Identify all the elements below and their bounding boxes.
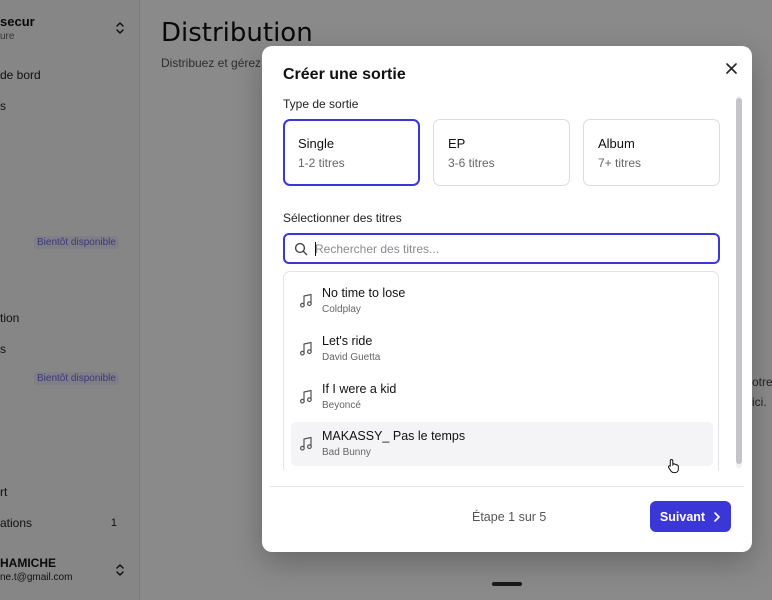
step-indicator: Étape 1 sur 5 [472,510,547,524]
track-row[interactable]: If I were a kid Beyoncé [291,375,713,419]
track-artist: Beyoncé [322,400,361,411]
track-artist: Coldplay [322,304,361,315]
track-title: If I were a kid [322,382,397,396]
music-note-icon [300,389,312,404]
release-type-range: 3-6 titres [448,156,495,170]
close-icon [725,62,737,74]
release-type-name: Album [598,136,635,151]
next-button[interactable]: Suivant [650,501,731,532]
chevron-right-icon [714,511,720,522]
release-type-single[interactable]: Single 1-2 titres [283,119,420,186]
footer-divider [270,486,744,487]
release-type-range: 7+ titres [598,156,642,170]
next-button-label: Suivant [659,509,706,524]
dialog-title: Créer une sortie [283,66,406,83]
track-artist: Bad Bunny [322,447,371,458]
release-type-label: Type de sortie [283,97,359,111]
track-title: MAKASSY_ Pas le temps [322,429,466,443]
search-icon [294,242,308,256]
track-search-field[interactable] [283,233,720,264]
music-note-icon [300,341,312,356]
release-type-name: Single [298,136,335,151]
hand-pointer-icon [667,459,679,474]
release-type-album[interactable]: Album 7+ titres [583,119,720,186]
music-note-icon [300,293,312,308]
scrollbar-thumb[interactable] [736,98,742,464]
text-caret [315,242,316,256]
dialog-scrollbar[interactable] [736,96,742,468]
track-row[interactable]: Let's ride David Guetta [291,327,713,371]
music-note-icon [300,436,312,451]
track-title: No time to lose [322,286,406,300]
create-release-dialog: Créer une sortie Type de sortie Single 1… [262,46,752,552]
track-artist: David Guetta [322,352,381,363]
release-type-range: 1-2 titres [298,156,345,170]
track-row[interactable]: No time to lose Coldplay [291,279,713,323]
release-type-ep[interactable]: EP 3-6 titres [433,119,570,186]
track-list: No time to lose Coldplay Let's ride Davi… [283,271,719,470]
select-tracks-label: Sélectionner des titres [283,211,402,225]
track-search-input[interactable] [315,239,710,259]
close-button[interactable] [723,60,739,76]
track-title: Let's ride [322,334,373,348]
home-indicator [492,582,522,586]
track-row[interactable]: MAKASSY_ Pas le temps Bad Bunny [291,422,713,466]
release-type-name: EP [448,136,466,151]
